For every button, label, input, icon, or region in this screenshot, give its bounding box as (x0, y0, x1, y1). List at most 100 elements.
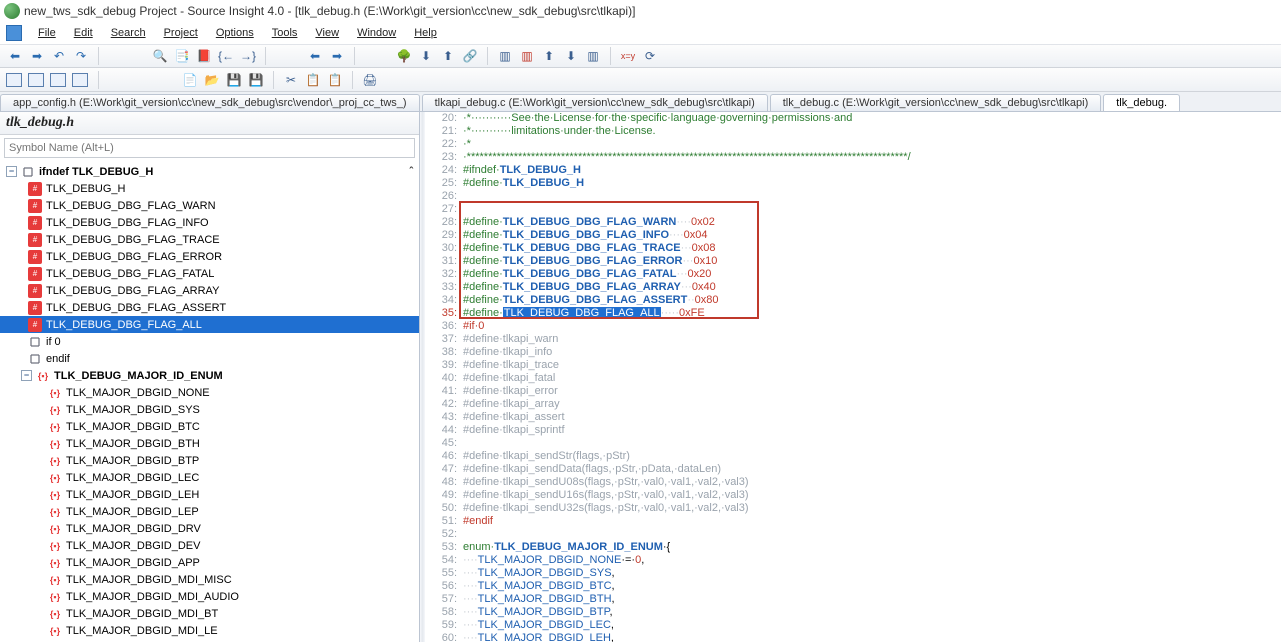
tree-m-8[interactable]: {▪}TLK_MAJOR_DBGID_DRV (0, 520, 419, 537)
menu-window[interactable]: Window (349, 25, 404, 41)
tree-enum[interactable]: −{▪}TLK_DEBUG_MAJOR_ID_ENUM (0, 367, 419, 384)
member-icon: {▪} (48, 556, 62, 570)
grid3-icon[interactable] (50, 73, 66, 87)
member-icon: {▪} (48, 624, 62, 638)
tree-m-1[interactable]: {▪}TLK_MAJOR_DBGID_SYS (0, 401, 419, 418)
file-tab-3[interactable]: tlk_debug. (1103, 94, 1180, 111)
tree-m-9[interactable]: {▪}TLK_MAJOR_DBGID_DEV (0, 537, 419, 554)
member-icon: {▪} (48, 420, 62, 434)
search-icon[interactable]: 🔍 (151, 47, 169, 65)
collapse-icon[interactable]: − (6, 166, 17, 177)
file-tab-1[interactable]: tlkapi_debug.c (E:\Work\git_version\cc\n… (422, 94, 768, 111)
define-icon: # (28, 199, 42, 213)
enum-icon: {▪} (36, 369, 50, 383)
copy-icon[interactable]: 📋 (304, 71, 322, 89)
code-editor[interactable]: 20:21:22:23:24:25:26:27:28:29:30:31:32:3… (425, 112, 1281, 642)
cut-icon[interactable]: ✂ (282, 71, 300, 89)
menu-help[interactable]: Help (406, 25, 445, 41)
tree-endif[interactable]: endif (0, 350, 419, 367)
menu-options[interactable]: Options (208, 25, 262, 41)
menu-project[interactable]: Project (156, 25, 206, 41)
panel-close-icon[interactable]: ▥ (518, 47, 536, 65)
code-left-icon[interactable]: {← (217, 47, 235, 65)
menu-edit[interactable]: Edit (66, 25, 101, 41)
nav-back-icon[interactable]: ⬅ (306, 47, 324, 65)
tree-m-0[interactable]: {▪}TLK_MAJOR_DBGID_NONE (0, 384, 419, 401)
back-icon[interactable]: ⬅ (6, 47, 24, 65)
window-title: new_tws_sdk_debug Project - Source Insig… (24, 4, 635, 18)
tree-m-10[interactable]: {▪}TLK_MAJOR_DBGID_APP (0, 554, 419, 571)
book-icon[interactable]: 📕 (195, 47, 213, 65)
menubar: File Edit Search Project Options Tools V… (0, 22, 1281, 44)
panel-down-icon[interactable]: ⬇ (562, 47, 580, 65)
symbol-panel: tlk_debug.h − ifndef TLK_DEBUG_H ˆ #TLK_… (0, 112, 420, 642)
tree-def-0[interactable]: #TLK_DEBUG_H (0, 180, 419, 197)
code-body[interactable]: ·*···········See·the·License·for·the·spe… (463, 112, 1281, 642)
new-icon[interactable]: 📄 (181, 71, 199, 89)
tree-icon[interactable]: 🌳 (395, 47, 413, 65)
panel-edit-icon[interactable]: ▥ (584, 47, 602, 65)
menu-view[interactable]: View (307, 25, 347, 41)
symbol-tree[interactable]: − ifndef TLK_DEBUG_H ˆ #TLK_DEBUG_H #TLK… (0, 161, 419, 642)
symbol-search-input[interactable] (4, 138, 415, 158)
define-icon: # (28, 233, 42, 247)
selected-symbol: TLK_DEBUG_DBG_FLAG_ALL (503, 307, 661, 319)
ref-down-icon[interactable]: ⬇ (417, 47, 435, 65)
tree-m-4[interactable]: {▪}TLK_MAJOR_DBGID_BTP (0, 452, 419, 469)
open-icon[interactable]: 📂 (203, 71, 221, 89)
sync-icon[interactable]: ⟳ (641, 47, 659, 65)
save-icon[interactable]: 💾 (225, 71, 243, 89)
paste-icon[interactable]: 📋 (326, 71, 344, 89)
tree-m-13[interactable]: {▪}TLK_MAJOR_DBGID_MDI_BT (0, 605, 419, 622)
tree-m-2[interactable]: {▪}TLK_MAJOR_DBGID_BTC (0, 418, 419, 435)
tree-m-14[interactable]: {▪}TLK_MAJOR_DBGID_MDI_LE (0, 622, 419, 639)
panel-up-icon[interactable]: ⬆ (540, 47, 558, 65)
nav-forward-icon[interactable]: ➡ (328, 47, 346, 65)
tree-def-7[interactable]: #TLK_DEBUG_DBG_FLAG_ASSERT (0, 299, 419, 316)
link-icon[interactable]: 🔗 (461, 47, 479, 65)
tree-def-5[interactable]: #TLK_DEBUG_DBG_FLAG_FATAL (0, 265, 419, 282)
grid4-icon[interactable] (72, 73, 88, 87)
tree-def-4[interactable]: #TLK_DEBUG_DBG_FLAG_ERROR (0, 248, 419, 265)
collapse-icon[interactable]: − (21, 370, 32, 381)
tree-m-5[interactable]: {▪}TLK_MAJOR_DBGID_LEC (0, 469, 419, 486)
saveall-icon[interactable]: 💾 (247, 71, 265, 89)
tree-def-8[interactable]: #TLK_DEBUG_DBG_FLAG_ALL (0, 316, 419, 333)
tree-def-3[interactable]: #TLK_DEBUG_DBG_FLAG_TRACE (0, 231, 419, 248)
tree-m-12[interactable]: {▪}TLK_MAJOR_DBGID_MDI_AUDIO (0, 588, 419, 605)
redo-icon[interactable]: ↷ (72, 47, 90, 65)
menu-tools[interactable]: Tools (264, 25, 306, 41)
tree-ifndef[interactable]: − ifndef TLK_DEBUG_H ˆ (0, 163, 419, 180)
tree-def-1[interactable]: #TLK_DEBUG_DBG_FLAG_WARN (0, 197, 419, 214)
tree-m-6[interactable]: {▪}TLK_MAJOR_DBGID_LEH (0, 486, 419, 503)
scope-icon (28, 335, 42, 349)
member-icon: {▪} (48, 471, 62, 485)
tree-def-6[interactable]: #TLK_DEBUG_DBG_FLAG_ARRAY (0, 282, 419, 299)
tree-m-11[interactable]: {▪}TLK_MAJOR_DBGID_MDI_MISC (0, 571, 419, 588)
member-icon: {▪} (48, 522, 62, 536)
code-right-icon[interactable]: →} (239, 47, 257, 65)
panel1-icon[interactable]: ▥ (496, 47, 514, 65)
tree-def-2[interactable]: #TLK_DEBUG_DBG_FLAG_INFO (0, 214, 419, 231)
hex-icon[interactable]: x=y (619, 47, 637, 65)
forward-icon[interactable]: ➡ (28, 47, 46, 65)
grid1-icon[interactable] (6, 73, 22, 87)
tree-if0[interactable]: if 0 (0, 333, 419, 350)
menu-file[interactable]: File (30, 25, 64, 41)
define-icon: # (28, 267, 42, 281)
file-tab-2[interactable]: tlk_debug.c (E:\Work\git_version\cc\new_… (770, 94, 1102, 111)
file-tab-0[interactable]: app_config.h (E:\Work\git_version\cc\new… (0, 94, 420, 111)
print-icon[interactable]: 🖨 (361, 71, 379, 89)
grid2-icon[interactable] (28, 73, 44, 87)
tree-m-3[interactable]: {▪}TLK_MAJOR_DBGID_BTH (0, 435, 419, 452)
member-icon: {▪} (48, 573, 62, 587)
menu-search[interactable]: Search (103, 25, 154, 41)
undo-icon[interactable]: ↶ (50, 47, 68, 65)
ref-up-icon[interactable]: ⬆ (439, 47, 457, 65)
file-tab-row: app_config.h (E:\Work\git_version\cc\new… (0, 92, 1281, 112)
tree-m-7[interactable]: {▪}TLK_MAJOR_DBGID_LEP (0, 503, 419, 520)
menu-icon (6, 25, 22, 41)
bookmark-icon[interactable]: 📑 (173, 47, 191, 65)
member-icon: {▪} (48, 590, 62, 604)
toolbar-main: ⬅ ➡ ↶ ↷ 🔍 📑 📕 {← →} ⬅ ➡ 🌳 ⬇ ⬆ 🔗 ▥ ▥ ⬆ ⬇ … (0, 44, 1281, 68)
